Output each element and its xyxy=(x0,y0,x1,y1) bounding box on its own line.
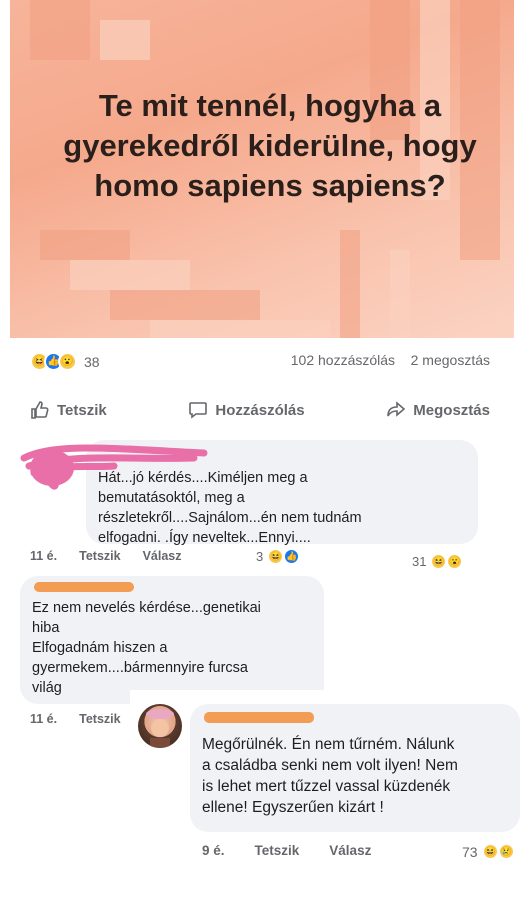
comment-2-line-4: gyermekem....bármennyire furcsa xyxy=(32,660,248,676)
shares-count[interactable]: 2 megosztás xyxy=(411,352,490,368)
redaction-scribble xyxy=(20,444,208,490)
comment-3-react-count: 73 xyxy=(462,843,478,860)
avatar-face-icon xyxy=(146,709,174,748)
comment-bubble-3: Megőrülnék. Én nem tűrném. Nálunk a csal… xyxy=(190,704,520,832)
comment-1-meta: 11 é. Tetszik Válasz xyxy=(30,549,182,563)
post-image[interactable]: Te mit tennél, hogyha a gyerekedről kide… xyxy=(10,0,514,338)
comment-1-inline-reacts[interactable]: 3 😆 👍 xyxy=(256,548,301,565)
comment-3-reacts[interactable]: 73 😆 😢 xyxy=(462,843,515,860)
comments-count[interactable]: 102 hozzászólás xyxy=(291,352,395,368)
post-action-bar: Tetszik Hozzászólás Megosztás xyxy=(30,392,490,428)
comment-2-like-link[interactable]: Tetszik xyxy=(79,712,120,726)
thumbs-up-icon xyxy=(31,401,49,419)
comment-1-reply-link[interactable]: Válasz xyxy=(143,549,182,563)
avatar[interactable] xyxy=(138,704,182,748)
comment-2-line-1: Ez nem nevelés kérdése...genetikai xyxy=(32,600,261,616)
comment-icon xyxy=(189,402,208,419)
comment-1-like-link[interactable]: Tetszik xyxy=(79,549,120,563)
post-stats: 😆 👍 😮 38 102 hozzászólás 2 megosztás xyxy=(30,352,490,376)
comment-1-inline-react-count: 3 xyxy=(256,549,264,564)
comment-2-line-3: Elfogadnám hiszen a xyxy=(32,640,168,656)
comment-1-react-count: 31 xyxy=(412,554,427,569)
haha-react-icon: 😆 xyxy=(481,843,499,860)
share-button-label: Megosztás xyxy=(413,401,490,419)
comment-button-label: Hozzászólás xyxy=(215,401,305,419)
comment-3-line-2: a családba senki nem volt ilyen! Nem xyxy=(202,757,458,774)
like-button-label: Tetszik xyxy=(57,401,107,419)
comment-3-like-link[interactable]: Tetszik xyxy=(255,843,300,858)
share-button[interactable]: Megosztás xyxy=(386,400,490,420)
share-icon xyxy=(387,401,406,417)
comment-1-line-3: részletekről....Sajnálom...én nem tudnám xyxy=(98,510,362,526)
comment-3-meta: 9 é. Tetszik Válasz xyxy=(202,843,371,858)
comment-1-time[interactable]: 11 é. xyxy=(30,549,57,563)
comment-2-time[interactable]: 11 é. xyxy=(30,712,57,726)
comment-3-time[interactable]: 9 é. xyxy=(202,843,225,858)
name-redaction xyxy=(204,712,314,723)
comment-3-line-3: is lehet mert tűzzel vassal küzdenék xyxy=(202,778,451,795)
sad-react-icon: 😢 xyxy=(497,843,515,860)
comment-2-line-2: hiba xyxy=(32,620,60,636)
like-react-icon: 👍 xyxy=(283,548,301,565)
comment-1-reacts[interactable]: 31 😆 😮 xyxy=(412,553,464,570)
name-redaction xyxy=(34,582,134,592)
haha-react-icon: 😆 xyxy=(430,553,448,570)
like-button[interactable]: Tetszik xyxy=(30,400,107,420)
comment-3-line-4: ellene! Egyszerűen kizárt ! xyxy=(202,799,384,816)
wow-react-icon: 😮 xyxy=(446,553,464,570)
comment-button[interactable]: Hozzászólás xyxy=(188,400,305,420)
haha-react-icon: 😆 xyxy=(267,548,285,565)
comment-bubble-2: Ez nem nevelés kérdése...genetikai hiba … xyxy=(20,576,324,704)
wow-react-icon: 😮 xyxy=(58,352,77,371)
comment-1-line-4: elfogadni. .Így neveltek...Ennyi.... xyxy=(98,530,311,546)
reaction-summary[interactable]: 😆 👍 😮 38 xyxy=(30,352,100,371)
comment-2-meta: 11 é. Tetszik xyxy=(30,712,121,726)
comment-3-reply-link[interactable]: Válasz xyxy=(329,843,371,858)
comment-3-line-1: Megőrülnék. Én nem tűrném. Nálunk xyxy=(202,736,455,753)
post-image-text: Te mit tennél, hogyha a gyerekedről kide… xyxy=(63,88,477,203)
reaction-count: 38 xyxy=(84,353,100,370)
